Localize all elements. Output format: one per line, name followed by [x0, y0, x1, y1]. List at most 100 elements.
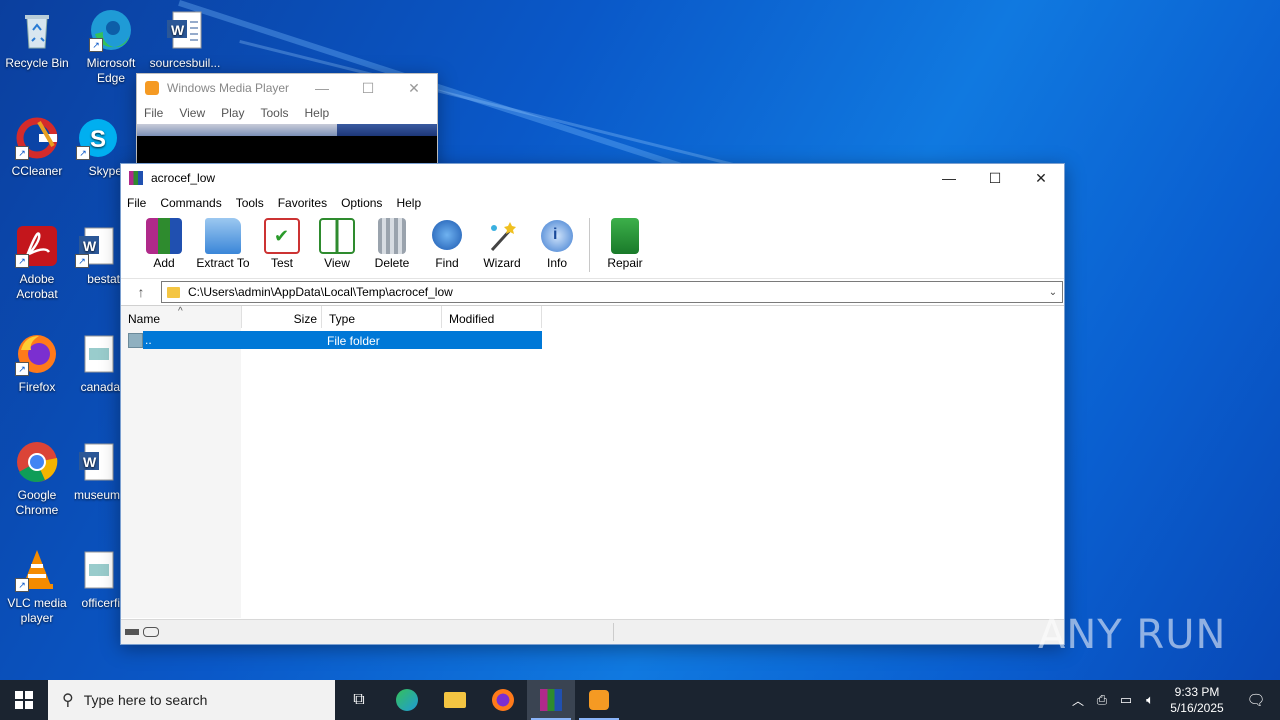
notification-icon[interactable]: 🗨︎: [1232, 691, 1280, 709]
wmp-window[interactable]: Windows Media Player — ☐ ✕ File View Pla…: [136, 73, 438, 175]
view-label: View: [324, 256, 350, 270]
table-row[interactable]: .. File folder: [121, 331, 542, 349]
desktop-icon-label: CCleaner: [11, 164, 63, 178]
column-header-name[interactable]: Name ^: [121, 306, 242, 328]
desktop-icon-firefox[interactable]: ↗ Firefox: [0, 326, 74, 395]
desktop-icon-recycle-bin[interactable]: Recycle Bin: [0, 2, 74, 71]
winrar-title: acrocef_low: [151, 171, 216, 185]
desktop-icon-vlc[interactable]: ↗ VLC media player: [0, 542, 74, 626]
winrar-window[interactable]: acrocef_low — ☐ ✕ File Commands Tools Fa…: [120, 163, 1065, 645]
column-header-modified[interactable]: Modified: [442, 306, 542, 328]
taskbar-firefox[interactable]: [479, 680, 527, 720]
close-button[interactable]: ✕: [391, 74, 437, 102]
delete-label: Delete: [374, 256, 410, 270]
row-selection-highlight: .. File folder: [143, 331, 542, 349]
extract-to-button[interactable]: Extract To: [192, 214, 254, 270]
extract-to-label: Extract To: [196, 256, 250, 270]
desktop-icon-label: officerfi: [81, 596, 120, 610]
taskbar-winrar[interactable]: [527, 680, 575, 720]
wizard-button[interactable]: Wizard: [475, 214, 529, 270]
path-combobox[interactable]: C:\Users\admin\AppData\Local\Temp\acroce…: [161, 281, 1063, 303]
menu-file[interactable]: File: [127, 196, 146, 210]
firefox-icon: [492, 689, 514, 711]
desktop-icon-adobe-acrobat[interactable]: ↗ Adobe Acrobat: [0, 218, 74, 302]
desktop-icon-sourcesbuil[interactable]: W sourcesbuil...: [148, 2, 222, 71]
wmp-titlebar[interactable]: Windows Media Player — ☐ ✕: [137, 74, 437, 102]
column-header-size[interactable]: Size: [242, 306, 322, 328]
start-button[interactable]: [0, 680, 48, 720]
wizard-label: Wizard: [483, 256, 521, 270]
chevron-up-icon[interactable]: ︿: [1066, 692, 1090, 709]
wmp-menu-help[interactable]: Help: [305, 106, 330, 120]
repair-button[interactable]: Repair: [598, 214, 652, 270]
column-header-label: Type: [329, 312, 356, 326]
maximize-button[interactable]: ☐: [345, 74, 391, 102]
desktop-icon-canada[interactable]: canada: [74, 326, 120, 395]
wmp-menu-play[interactable]: Play: [221, 106, 244, 120]
view-button[interactable]: View: [310, 214, 364, 270]
extract-folder-icon: [205, 218, 241, 254]
acrobat-icon: ↗: [15, 224, 59, 268]
desktop-icon-google-chrome[interactable]: Google Chrome: [0, 434, 74, 518]
svg-text:W: W: [83, 238, 97, 254]
volume-icon[interactable]: 🔈︎: [1138, 692, 1162, 708]
minimize-button[interactable]: —: [299, 74, 345, 102]
wmp-menubar: File View Play Tools Help: [137, 102, 437, 124]
winrar-titlebar[interactable]: acrocef_low — ☐ ✕: [121, 164, 1064, 192]
firefox-icon: ↗: [15, 332, 59, 376]
clock[interactable]: 9:33 PM 5/16/2025: [1162, 684, 1232, 716]
close-button[interactable]: ✕: [1018, 164, 1064, 192]
menu-tools[interactable]: Tools: [236, 196, 264, 210]
desktop-icon-ccleaner[interactable]: ↗ CCleaner: [0, 110, 74, 179]
menu-options[interactable]: Options: [341, 196, 382, 210]
network-status-icon[interactable]: ⎙: [1090, 692, 1114, 708]
chevron-down-icon[interactable]: ⌄: [1044, 287, 1062, 298]
clock-date: 5/16/2025: [1170, 701, 1224, 715]
address-row: ↑ C:\Users\admin\AppData\Local\Temp\acro…: [121, 279, 1064, 306]
taskbar-search-box[interactable]: ⚲ Type here to search: [48, 680, 335, 720]
network-icon[interactable]: ▭: [1114, 692, 1138, 708]
windows-logo-icon: [15, 691, 33, 709]
info-button[interactable]: i Info: [530, 214, 584, 270]
delete-button[interactable]: Delete: [365, 214, 419, 270]
shortcut-arrow-icon: ↗: [75, 254, 89, 268]
name-column-background: [121, 306, 241, 618]
menu-favorites[interactable]: Favorites: [278, 196, 327, 210]
wmp-menu-tools[interactable]: Tools: [260, 106, 288, 120]
find-magnifier-icon: [432, 220, 462, 250]
menu-commands[interactable]: Commands: [160, 196, 221, 210]
wmp-menu-file[interactable]: File: [144, 106, 163, 120]
column-header-type[interactable]: Type: [322, 306, 442, 328]
folder-icon: [167, 286, 180, 298]
wmp-menu-view[interactable]: View: [179, 106, 205, 120]
desktop-icon-skype[interactable]: S ↗ Skype: [74, 110, 122, 179]
winrar-toolbar: Add Extract To ✔ Test View Delete Find W…: [121, 214, 1064, 279]
wmp-seek-bar[interactable]: [137, 124, 437, 136]
drive-icon: [125, 629, 139, 635]
taskbar-edge[interactable]: [383, 680, 431, 720]
desktop-icon-officerfi[interactable]: officerfi: [74, 542, 120, 611]
taskbar-media-player[interactable]: [575, 680, 623, 720]
desktop-icon-museum[interactable]: W museum: [74, 434, 120, 503]
vlc-icon: ↗: [15, 548, 59, 592]
winrar-icon: [129, 171, 143, 185]
column-header-label: Name: [128, 312, 161, 326]
desktop-icon-bestat[interactable]: W ↗ bestat: [74, 218, 120, 287]
add-label: Add: [153, 256, 175, 270]
task-view-button[interactable]: ⧉: [335, 680, 383, 720]
find-button[interactable]: Find: [420, 214, 474, 270]
taskbar-file-explorer[interactable]: [431, 680, 479, 720]
file-list[interactable]: Name ^ Size Type Modified .. File folder: [121, 306, 1064, 618]
up-arrow-icon[interactable]: ↑: [121, 284, 161, 300]
info-icon: i: [541, 220, 573, 252]
parent-folder-icon: [128, 333, 143, 348]
add-button[interactable]: Add: [137, 214, 191, 270]
minimize-button[interactable]: —: [926, 164, 972, 192]
skype-icon: S ↗: [76, 116, 120, 160]
maximize-button[interactable]: ☐: [972, 164, 1018, 192]
column-headers: Name ^ Size Type Modified: [121, 306, 542, 328]
menu-help[interactable]: Help: [396, 196, 421, 210]
test-button[interactable]: ✔ Test: [255, 214, 309, 270]
svg-text:S: S: [90, 126, 106, 153]
shortcut-arrow-icon: ↗: [15, 362, 29, 376]
